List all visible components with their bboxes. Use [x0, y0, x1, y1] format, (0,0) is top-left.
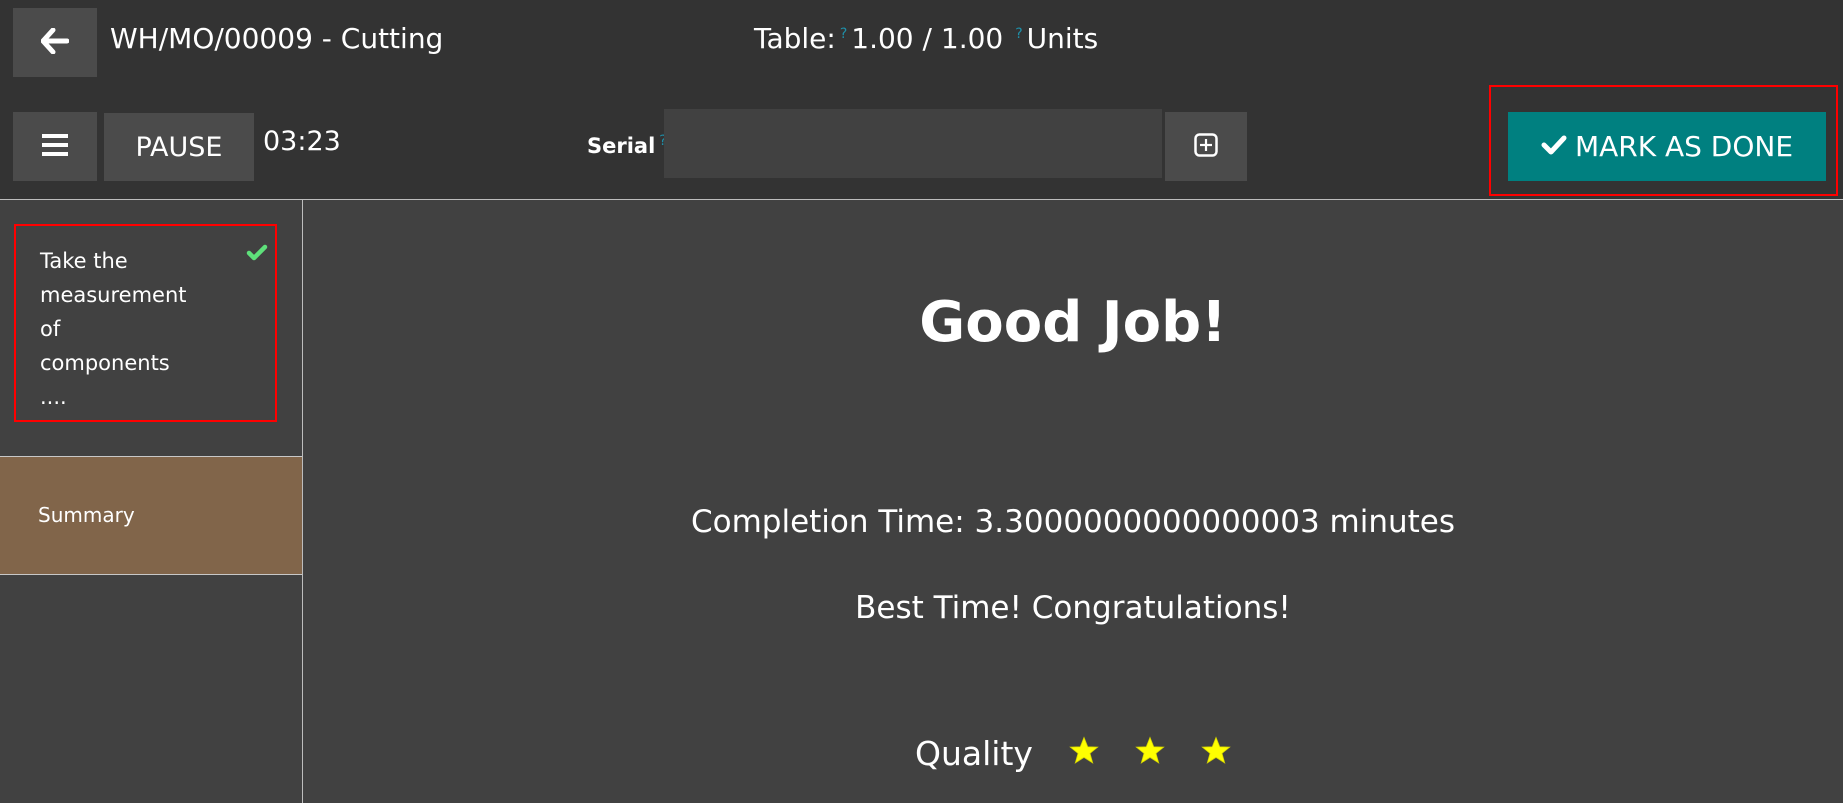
check-icon — [246, 244, 268, 266]
star-icon — [1135, 734, 1165, 773]
mark-as-done-button[interactable]: MARK AS DONE — [1508, 112, 1826, 181]
step-label-line: Take the — [40, 249, 128, 273]
step-label-line: measurement — [40, 283, 187, 307]
step-label: Take the measurement of components .... — [40, 244, 210, 414]
quantity-produced: 1.00 — [851, 22, 914, 55]
quantity-label: Table: — [754, 22, 836, 55]
quantity-uom: Units — [1026, 22, 1099, 55]
summary-heading: Good Job! — [919, 290, 1227, 355]
hamburger-menu-icon — [42, 133, 68, 160]
pause-button[interactable]: PAUSE — [104, 113, 254, 181]
mark-as-done-label: MARK AS DONE — [1574, 130, 1794, 163]
star-icon — [1201, 734, 1231, 773]
serial-label-text: Serial — [587, 134, 656, 158]
quality-rating: Quality — [303, 734, 1843, 773]
add-serial-button[interactable] — [1165, 112, 1247, 181]
check-icon — [1541, 130, 1567, 163]
page-title: WH/MO/00009 - Cutting — [110, 22, 444, 55]
step-label-line: of — [40, 317, 61, 341]
summary-panel: Good Job! Completion Time: 3.30000000000… — [303, 200, 1843, 803]
quantity-help-icon[interactable]: ? — [840, 26, 847, 42]
arrow-left-icon — [40, 27, 70, 58]
serial-input[interactable] — [664, 109, 1162, 178]
serial-label: Serial? — [587, 133, 671, 158]
timer: 03:23 — [263, 126, 341, 157]
plus-square-icon — [1194, 132, 1218, 161]
step-item[interactable]: Take the measurement of components .... — [14, 224, 277, 422]
quantity-display: Table:? 1.00 / 1.00? Units — [754, 22, 1098, 55]
star-icon — [1069, 734, 1099, 773]
best-time-message: Best Time! Congratulations! — [855, 590, 1291, 626]
step-label-line: components — [40, 351, 170, 375]
quantity-separator: / — [922, 22, 932, 55]
quantity-total: 1.00 — [940, 22, 1004, 55]
sidebar-item-summary[interactable]: Summary — [0, 456, 302, 575]
completion-time: Completion Time: 3.3000000000000003 minu… — [690, 504, 1456, 540]
menu-button[interactable] — [13, 112, 97, 181]
summary-label: Summary — [38, 503, 135, 527]
step-label-line: .... — [40, 385, 67, 409]
top-bar: WH/MO/00009 - Cutting Table:? 1.00 / 1.00… — [0, 0, 1843, 199]
back-button[interactable] — [13, 8, 97, 77]
quality-label: Quality — [915, 734, 1033, 773]
uom-help-icon[interactable]: ? — [1015, 26, 1022, 42]
steps-sidebar: Take the measurement of components .... … — [0, 200, 302, 803]
